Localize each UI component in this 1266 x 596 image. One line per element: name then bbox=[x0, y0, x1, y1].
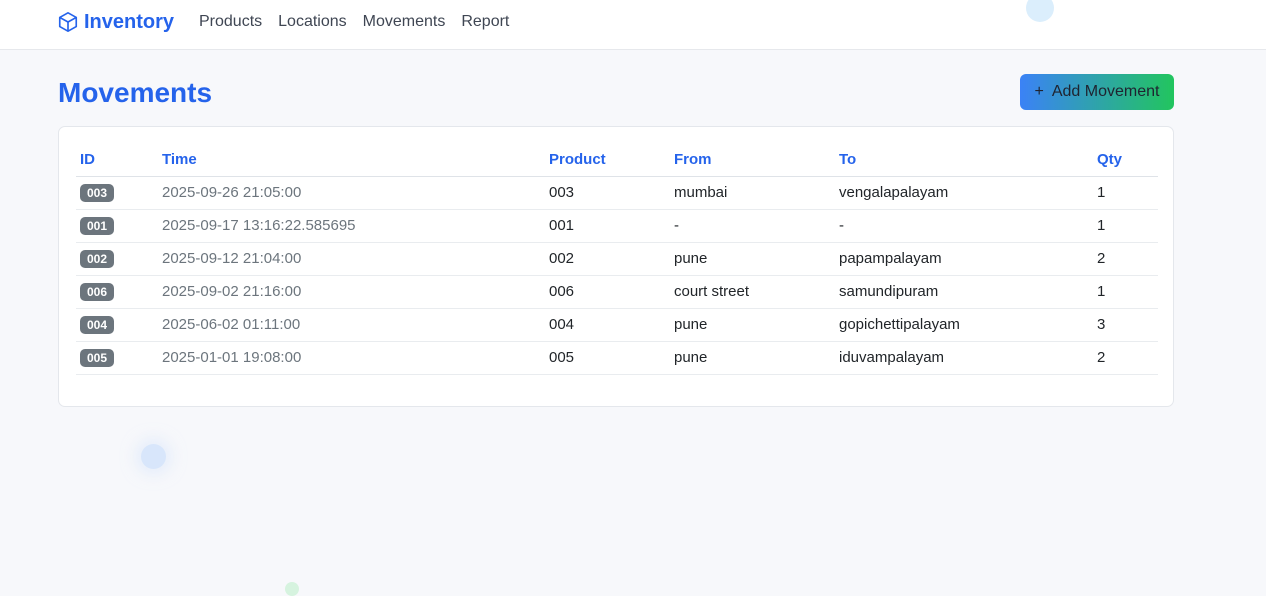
id-badge: 006 bbox=[80, 282, 115, 301]
nav-links: Products Locations Movements Report bbox=[199, 12, 509, 32]
time-cell: 2025-01-01 19:08:00 bbox=[158, 341, 545, 375]
qty-cell: 1 bbox=[1093, 275, 1158, 309]
id-badge: 001 bbox=[80, 216, 115, 235]
column-header-product[interactable]: Product bbox=[545, 143, 670, 177]
product-cell: 001 bbox=[545, 209, 670, 243]
page-title: Movements bbox=[58, 77, 213, 108]
product-cell: 004 bbox=[545, 308, 670, 342]
id-cell: 004 bbox=[76, 308, 158, 342]
to-cell: samundipuram bbox=[835, 275, 1093, 309]
table-row[interactable]: 006 2025-09-02 21:16:00 006 court street… bbox=[76, 275, 1158, 309]
table-row[interactable]: 001 2025-09-17 13:16:22.585695 001 - - 1 bbox=[76, 209, 1158, 243]
box-icon bbox=[58, 12, 78, 32]
from-cell: court street bbox=[670, 275, 835, 309]
time-cell: 2025-09-12 21:04:00 bbox=[158, 242, 545, 276]
decorative-bubble bbox=[285, 582, 299, 596]
to-cell: - bbox=[835, 209, 1093, 243]
from-cell: pune bbox=[670, 242, 835, 276]
qty-cell: 1 bbox=[1093, 176, 1158, 210]
id-badge: 003 bbox=[80, 183, 115, 202]
id-cell: 001 bbox=[76, 209, 158, 243]
id-badge: 005 bbox=[80, 348, 115, 367]
id-cell: 005 bbox=[76, 341, 158, 375]
column-header-time[interactable]: Time bbox=[158, 143, 545, 177]
add-movement-label: Add Movement bbox=[1051, 83, 1160, 100]
nav-link-report[interactable]: Report bbox=[461, 12, 509, 32]
from-cell: pune bbox=[670, 341, 835, 375]
product-cell: 005 bbox=[545, 341, 670, 375]
time-cell: 2025-06-02 01:11:00 bbox=[158, 308, 545, 342]
nav-link-products[interactable]: Products bbox=[199, 12, 262, 32]
table-row[interactable]: 005 2025-01-01 19:08:00 005 pune iduvamp… bbox=[76, 341, 1158, 375]
table-row[interactable]: 004 2025-06-02 01:11:00 004 pune gopiche… bbox=[76, 308, 1158, 342]
add-movement-button[interactable]: + Add Movement bbox=[1020, 74, 1174, 110]
time-cell: 2025-09-17 13:16:22.585695 bbox=[158, 209, 545, 243]
to-cell: papampalayam bbox=[835, 242, 1093, 276]
qty-cell: 2 bbox=[1093, 242, 1158, 276]
product-cell: 002 bbox=[545, 242, 670, 276]
to-cell: vengalapalayam bbox=[835, 176, 1093, 210]
table-header-row: ID Time Product From To Qty bbox=[76, 143, 1158, 177]
product-cell: 003 bbox=[545, 176, 670, 210]
movements-table: ID Time Product From To Qty 003 2025-09-… bbox=[76, 143, 1158, 375]
to-cell: gopichettipalayam bbox=[835, 308, 1093, 342]
decorative-bubble bbox=[141, 444, 166, 469]
to-cell: iduvampalayam bbox=[835, 341, 1093, 375]
from-cell: - bbox=[670, 209, 835, 243]
column-header-id[interactable]: ID bbox=[76, 143, 158, 177]
nav-link-locations[interactable]: Locations bbox=[278, 12, 347, 32]
table-row[interactable]: 003 2025-09-26 21:05:00 003 mumbai venga… bbox=[76, 176, 1158, 210]
navbar: Inventory Products Locations Movements R… bbox=[0, 0, 1266, 50]
time-cell: 2025-09-02 21:16:00 bbox=[158, 275, 545, 309]
qty-cell: 3 bbox=[1093, 308, 1158, 342]
column-header-to[interactable]: To bbox=[835, 143, 1093, 177]
qty-cell: 2 bbox=[1093, 341, 1158, 375]
table-row[interactable]: 002 2025-09-12 21:04:00 002 pune papampa… bbox=[76, 242, 1158, 276]
id-cell: 002 bbox=[76, 242, 158, 276]
id-badge: 002 bbox=[80, 249, 115, 268]
column-header-from[interactable]: From bbox=[670, 143, 835, 177]
plus-icon: + bbox=[1034, 83, 1044, 100]
id-cell: 006 bbox=[76, 275, 158, 309]
qty-cell: 1 bbox=[1093, 209, 1158, 243]
id-cell: 003 bbox=[76, 176, 158, 210]
column-header-qty[interactable]: Qty bbox=[1093, 143, 1158, 177]
from-cell: pune bbox=[670, 308, 835, 342]
brand-name: Inventory bbox=[84, 10, 175, 33]
product-cell: 006 bbox=[545, 275, 670, 309]
from-cell: mumbai bbox=[670, 176, 835, 210]
movements-card: ID Time Product From To Qty 003 2025-09-… bbox=[58, 126, 1174, 407]
id-badge: 004 bbox=[80, 315, 115, 334]
nav-link-movements[interactable]: Movements bbox=[363, 12, 446, 32]
time-cell: 2025-09-26 21:05:00 bbox=[158, 176, 545, 210]
brand-link[interactable]: Inventory bbox=[57, 10, 174, 34]
